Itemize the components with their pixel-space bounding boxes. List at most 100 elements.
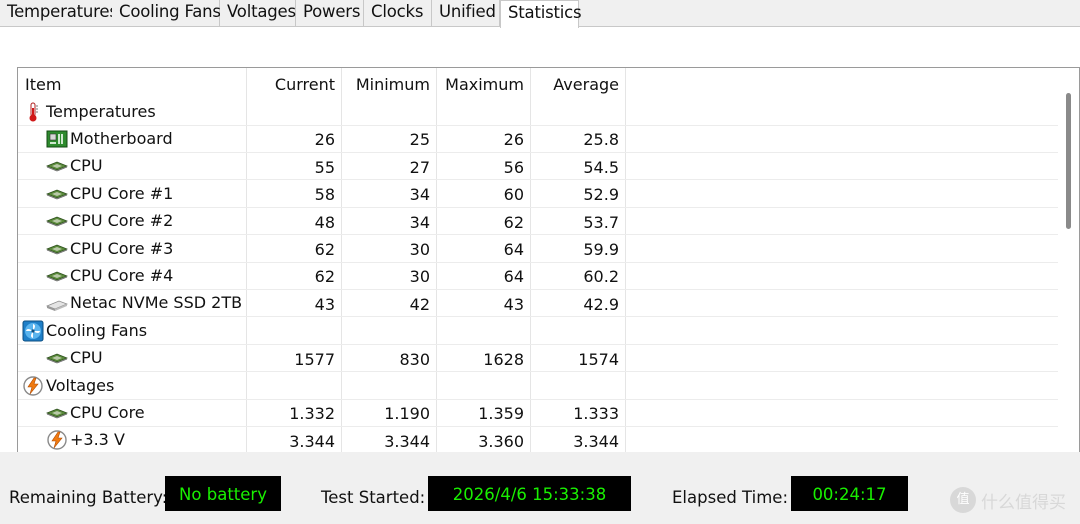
current-cell: 62 bbox=[314, 267, 335, 287]
elapsed-time-display: 00:24:17 bbox=[791, 476, 908, 511]
item-label: Voltages bbox=[46, 375, 115, 395]
item-cell: CPU Core #3 bbox=[45, 235, 246, 262]
item-label-wrap: CPU Core #2 bbox=[45, 208, 246, 235]
maximum-cell: 43 bbox=[503, 294, 524, 314]
table-group-row[interactable]: Voltages bbox=[18, 372, 1058, 400]
tab-unified[interactable]: Unified bbox=[432, 0, 500, 27]
table-row[interactable]: CPU Core #3 62 30 64 59.9 bbox=[18, 235, 1058, 263]
chip-icon bbox=[45, 155, 69, 177]
vertical-scrollbar[interactable] bbox=[1061, 68, 1079, 464]
table-row[interactable]: Motherboard 26 25 26 25.8 bbox=[18, 125, 1058, 153]
motherboard-icon bbox=[46, 128, 68, 150]
header-maximum[interactable]: Maximum bbox=[436, 68, 530, 99]
item-label: CPU bbox=[70, 156, 103, 176]
item-label-wrap: Motherboard bbox=[46, 125, 246, 152]
minimum-cell: 34 bbox=[409, 212, 430, 232]
maximum-cell: 60 bbox=[503, 185, 524, 205]
table-row[interactable]: CPU 55 27 56 54.5 bbox=[18, 153, 1058, 181]
current-cell: 48 bbox=[314, 212, 335, 232]
current-cell: 1.332 bbox=[289, 404, 335, 424]
table-group-row[interactable]: Temperatures bbox=[18, 98, 1058, 126]
current-cell: 62 bbox=[314, 240, 335, 259]
item-label-wrap: CPU Core #4 bbox=[45, 262, 246, 289]
table-row[interactable]: +3.3 V 3.344 3.344 3.360 3.344 bbox=[18, 427, 1058, 455]
item-cell: Motherboard bbox=[46, 125, 246, 152]
table-group-row[interactable]: Cooling Fans bbox=[18, 317, 1058, 345]
average-cell: 60.2 bbox=[583, 267, 619, 287]
minimum-cell: 3.344 bbox=[384, 431, 430, 451]
minimum-cell: 1.190 bbox=[384, 404, 430, 424]
item-label: CPU Core #2 bbox=[70, 211, 174, 231]
chip-icon bbox=[45, 183, 69, 205]
item-cell: +3.3 V bbox=[46, 427, 246, 454]
current-cell: 58 bbox=[314, 185, 335, 205]
maximum-cell: 1628 bbox=[483, 349, 524, 369]
table-row[interactable]: CPU Core #4 62 30 64 60.2 bbox=[18, 262, 1058, 290]
tab-clocks[interactable]: Clocks bbox=[364, 0, 432, 27]
header-average[interactable]: Average bbox=[530, 68, 625, 99]
statistics-panel: Item Current Minimum Maximum Average Tem… bbox=[0, 26, 1080, 465]
average-cell: 53.7 bbox=[583, 212, 619, 232]
statistics-table[interactable]: Item Current Minimum Maximum Average Tem… bbox=[17, 67, 1080, 465]
item-label-wrap: +3.3 V bbox=[46, 427, 246, 454]
tab-statistics[interactable]: Statistics bbox=[500, 0, 582, 28]
average-cell: 42.9 bbox=[583, 294, 619, 314]
chip-icon bbox=[45, 210, 69, 232]
maximum-cell: 3.360 bbox=[478, 431, 524, 451]
item-cell: CPU Core #4 bbox=[45, 262, 246, 289]
chip-icon bbox=[45, 265, 69, 287]
item-label: CPU Core #1 bbox=[70, 183, 174, 203]
tab-temperatures[interactable]: Temperatures bbox=[0, 0, 118, 27]
maximum-cell: 64 bbox=[503, 240, 524, 259]
average-cell: 52.9 bbox=[583, 185, 619, 205]
item-label-wrap: CPU Core #3 bbox=[45, 235, 246, 262]
header-minimum[interactable]: Minimum bbox=[341, 68, 436, 99]
item-label-wrap: CPU bbox=[45, 345, 246, 372]
header-item[interactable]: Item bbox=[18, 68, 246, 99]
item-label: CPU Core #3 bbox=[70, 238, 174, 258]
tab-cooling-fans[interactable]: Cooling Fans bbox=[112, 0, 221, 27]
average-cell: 1574 bbox=[578, 349, 619, 369]
table-row[interactable]: CPU 1577 830 1628 1574 bbox=[18, 345, 1058, 373]
table-row[interactable]: Netac NVMe SSD 2TB 43 42 43 42.9 bbox=[18, 290, 1058, 318]
tab-voltages[interactable]: Voltages bbox=[220, 0, 296, 27]
table-row[interactable]: CPU Core #1 58 34 60 52.9 bbox=[18, 180, 1058, 208]
current-cell: 43 bbox=[314, 294, 335, 314]
item-label: Motherboard bbox=[70, 128, 173, 148]
header-current[interactable]: Current bbox=[246, 68, 341, 99]
minimum-cell: 30 bbox=[409, 240, 430, 259]
average-cell: 25.8 bbox=[583, 130, 619, 150]
current-cell: 3.344 bbox=[289, 431, 335, 451]
chip-icon bbox=[45, 238, 69, 260]
item-label: CPU Core #4 bbox=[70, 265, 174, 285]
minimum-cell: 830 bbox=[399, 349, 430, 369]
current-cell: 26 bbox=[314, 130, 335, 150]
watermark-logo-icon: 值 bbox=[950, 487, 976, 513]
item-cell: CPU bbox=[45, 345, 246, 372]
watermark-text: 什么值得买 bbox=[981, 492, 1066, 513]
table-row[interactable]: CPU Core #2 48 34 62 53.7 bbox=[18, 208, 1058, 236]
maximum-cell: 56 bbox=[503, 157, 524, 177]
minimum-cell: 42 bbox=[409, 294, 430, 314]
scrollbar-thumb[interactable] bbox=[1066, 93, 1071, 229]
item-label-wrap: CPU bbox=[45, 153, 246, 180]
table-row[interactable]: CPU Core 1.332 1.190 1.359 1.333 bbox=[18, 399, 1058, 427]
fan-icon bbox=[22, 320, 44, 342]
elapsed-time-label: Elapsed Time: bbox=[672, 488, 788, 507]
average-cell: 59.9 bbox=[583, 240, 619, 259]
tab-powers[interactable]: Powers bbox=[296, 0, 364, 27]
ssd-icon bbox=[45, 292, 69, 314]
item-label-wrap: Voltages bbox=[22, 372, 246, 399]
item-label: Temperatures bbox=[46, 101, 156, 121]
item-label-wrap: Cooling Fans bbox=[22, 317, 246, 344]
average-cell: 3.344 bbox=[573, 431, 619, 451]
chip-icon bbox=[45, 402, 69, 424]
voltage-icon bbox=[46, 429, 68, 451]
item-cell: Voltages bbox=[22, 372, 246, 399]
minimum-cell: 27 bbox=[409, 157, 430, 177]
average-cell: 1.333 bbox=[573, 404, 619, 424]
item-label-wrap: Netac NVMe SSD 2TB bbox=[45, 290, 246, 317]
thermometer-icon bbox=[22, 101, 44, 123]
item-cell: Cooling Fans bbox=[22, 317, 246, 344]
test-started-label: Test Started: bbox=[321, 488, 426, 507]
